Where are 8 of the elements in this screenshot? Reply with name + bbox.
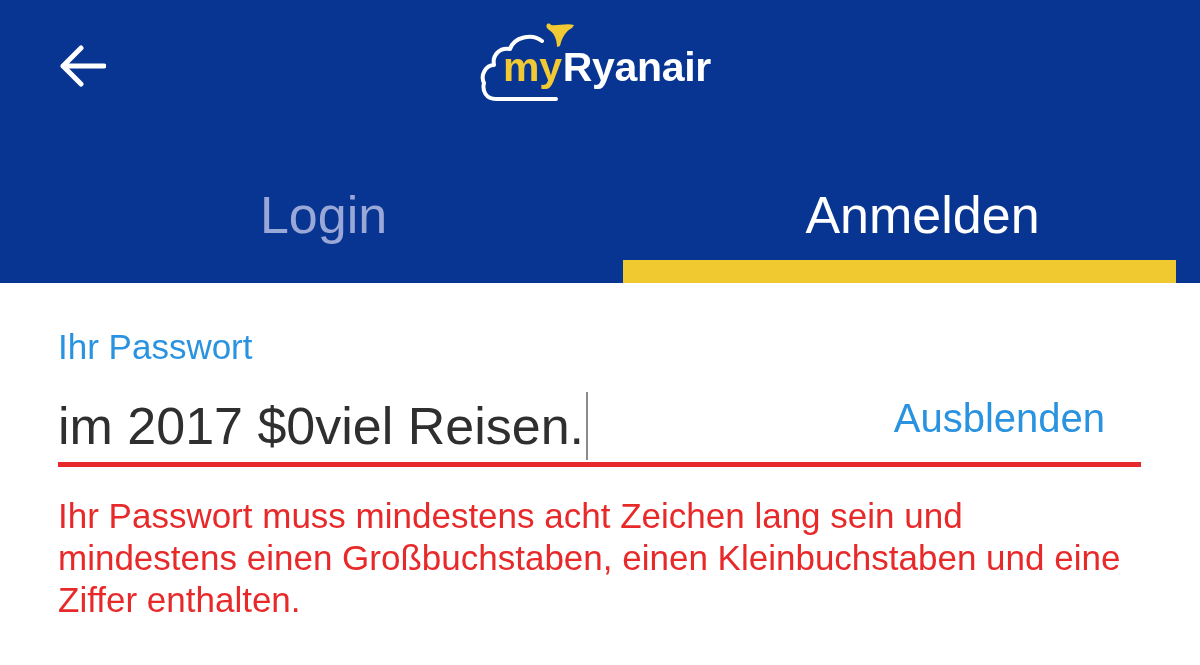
tab[interactable]: Anmelden <box>623 140 1176 283</box>
tab[interactable]: Login <box>24 140 623 283</box>
field-label: Ihr Passwort <box>58 327 254 367</box>
password-value: im 2017 $0viel Reisen. <box>58 396 585 457</box>
password-field[interactable]: im 2017 $0viel Reisen. Ausblenden <box>58 392 1141 467</box>
back-arrow-icon <box>58 45 106 87</box>
app-logo: myRyanair <box>480 20 720 102</box>
error-message: Ihr Passwort muss mindestens acht Zeichen lang sein und mindestens einen Großbuchstaben, einen Kleinbuchstaben und eine Ziffer enthalten. <box>58 495 1122 621</box>
